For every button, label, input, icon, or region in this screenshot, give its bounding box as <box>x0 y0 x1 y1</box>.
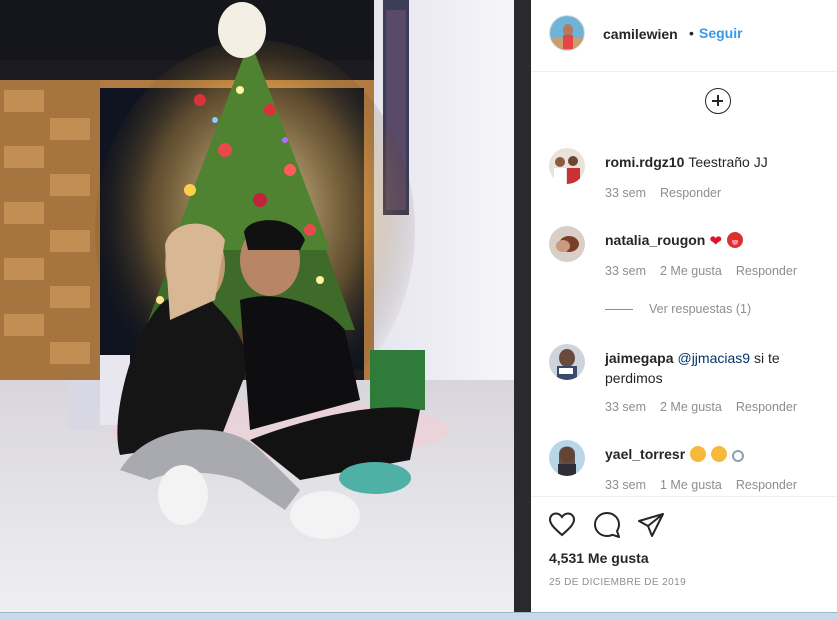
comment-meta: 33 sem 2 Me gusta Responder <box>605 400 811 414</box>
likes-count[interactable]: 4,531 Me gusta <box>549 550 649 566</box>
comment-likes[interactable]: 2 Me gusta <box>660 400 722 414</box>
window-bottom-bar <box>0 612 837 620</box>
red-heart-emoji: ❤ <box>709 233 722 250</box>
heart-eyes-emoji <box>690 446 707 462</box>
view-replies-label: Ver respuestas (1) <box>649 302 752 316</box>
comment-time: 33 sem <box>605 478 646 492</box>
plus-circle-icon[interactable] <box>705 88 731 114</box>
reply-button[interactable]: Responder <box>736 400 797 414</box>
comments-list[interactable]: romi.rdgz10 Teestraño JJ 33 sem Responder … <box>531 130 837 494</box>
reply-button[interactable]: Responder <box>660 186 721 200</box>
paper-plane-icon[interactable] <box>637 511 665 539</box>
commenter-avatar[interactable] <box>549 148 585 184</box>
comment-time: 33 sem <box>605 400 646 414</box>
author-username[interactable]: camilewien <box>603 26 678 42</box>
comment-username[interactable]: romi.rdgz10 <box>605 154 684 170</box>
comment-text: jaimegapa @jjmacias9 si te perdimos <box>605 348 825 388</box>
comment-username[interactable]: jaimegapa <box>605 350 673 366</box>
heart-eyes-emoji <box>711 446 728 462</box>
comment-likes[interactable]: 2 Me gusta <box>660 264 722 278</box>
post-date: 25 DE DICIEMBRE DE 2019 <box>549 577 687 588</box>
comment-username[interactable]: natalia_rougon <box>605 232 705 248</box>
comment-bubble-icon[interactable] <box>593 511 621 539</box>
comment-time: 33 sem <box>605 264 646 278</box>
comment-username[interactable]: yael_torresr <box>605 446 685 462</box>
comment-likes[interactable]: 1 Me gusta <box>660 478 722 492</box>
replies-divider <box>605 309 633 311</box>
comment-body: Teestraño JJ <box>688 154 768 170</box>
comment-time: 33 sem <box>605 186 646 200</box>
tongue-face-emoji <box>726 232 743 248</box>
comments-panel: camilewien • Seguir romi.rdgz10 Teestraño… <box>531 0 837 612</box>
background-overlay-strip <box>514 0 532 612</box>
post-header: camilewien • Seguir <box>531 0 837 72</box>
comment-text: yael_torresr <box>605 444 825 464</box>
author-avatar[interactable] <box>549 15 585 51</box>
commenter-avatar[interactable] <box>549 440 585 476</box>
comment-meta: 33 sem 1 Me gusta Responder <box>605 478 811 492</box>
post-actions: 4,531 Me gusta 25 DE DICIEMBRE DE 2019 <box>531 496 837 612</box>
commenter-avatar[interactable] <box>549 226 585 262</box>
heart-outline-icon[interactable] <box>548 511 576 539</box>
view-replies-button[interactable]: Ver respuestas (1) <box>605 302 751 316</box>
reply-button[interactable]: Responder <box>736 264 797 278</box>
ring-emoji <box>731 450 744 462</box>
christmas-couple-image <box>0 0 530 612</box>
comment-mention[interactable]: @jjmacias9 <box>677 350 750 366</box>
comment-text: natalia_rougon ❤ <box>605 230 825 252</box>
comment-meta: 33 sem 2 Me gusta Responder <box>605 264 811 278</box>
follow-button[interactable]: Seguir <box>699 25 743 41</box>
commenter-avatar[interactable] <box>549 344 585 380</box>
reply-button[interactable]: Responder <box>736 478 797 492</box>
separator-dot: • <box>689 25 694 41</box>
comment-meta: 33 sem Responder <box>605 186 735 200</box>
comment-text: romi.rdgz10 Teestraño JJ <box>605 152 825 172</box>
post-photo <box>0 0 530 612</box>
